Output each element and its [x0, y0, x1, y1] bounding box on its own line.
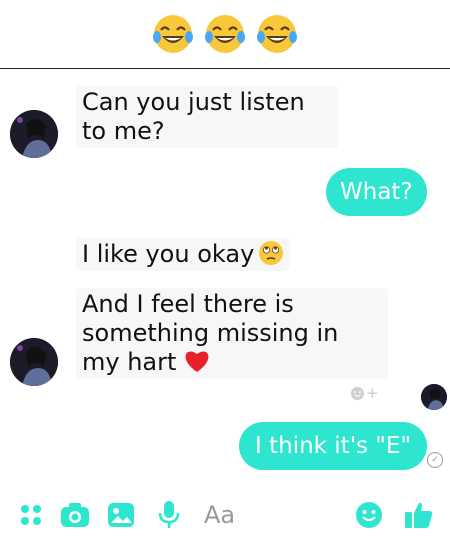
image-icon[interactable]	[104, 498, 138, 532]
thumbs-up-icon[interactable]	[402, 498, 436, 532]
red-heart-icon	[185, 351, 209, 372]
composer-bar: Aa	[0, 490, 450, 543]
more-dots-icon[interactable]	[14, 498, 48, 532]
tears-of-joy-emoji-icon	[257, 15, 297, 53]
message-input[interactable]: Aa	[204, 501, 235, 529]
contact-avatar[interactable]	[10, 110, 58, 158]
message-text: I like you okay	[82, 240, 255, 268]
incoming-message: I like you okay	[76, 238, 291, 271]
reaction-plus-label: +	[366, 384, 379, 402]
delivered-check-icon: ✓	[427, 452, 443, 468]
tears-of-joy-emoji-icon	[153, 15, 193, 53]
add-reaction-button[interactable]: +	[350, 384, 379, 402]
tears-of-joy-emoji-icon	[205, 15, 245, 53]
emoji-icon[interactable]	[352, 498, 386, 532]
microphone-icon[interactable]	[152, 498, 186, 532]
contact-avatar[interactable]	[10, 338, 58, 386]
smiley-outline-icon	[350, 386, 365, 400]
chat-header	[0, 0, 450, 69]
outgoing-message: What?	[326, 168, 427, 216]
incoming-message: And I feel there is something missing in…	[76, 288, 388, 379]
seen-avatar	[421, 384, 447, 410]
incoming-message: Can you just listen to me?	[76, 86, 338, 148]
outgoing-message: I think it's "E"	[239, 422, 428, 470]
eye-roll-emoji-icon	[259, 241, 284, 265]
camera-icon[interactable]	[58, 498, 92, 532]
message-text: And I feel there is something missing in…	[82, 290, 339, 376]
